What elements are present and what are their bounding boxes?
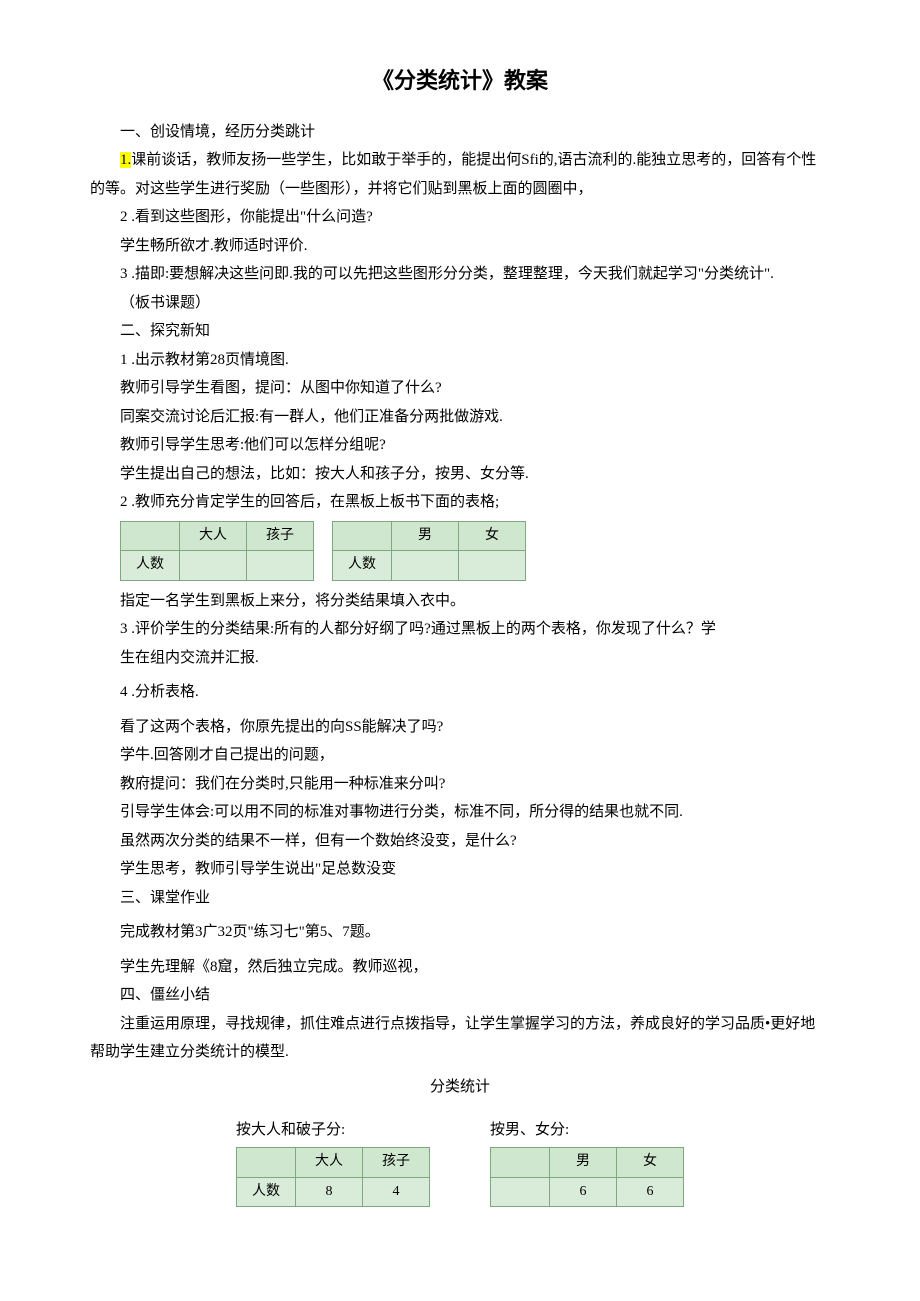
table-cell: 6 (617, 1177, 684, 1207)
table-cell: 女 (459, 521, 526, 551)
table-cell (491, 1147, 550, 1177)
table-cell: 人数 (237, 1177, 296, 1207)
table-cell (392, 551, 459, 581)
highlight-1: 1. (120, 152, 131, 168)
item-2-4-text-b: 学牛.回答刚才自己提出的问题， (90, 741, 830, 770)
item-2-2: 2 .教师充分肯定学生的回答后，在黑板上板书下面的表格; (90, 488, 830, 517)
table-cell (333, 521, 392, 551)
table-male-female-filled: 男 女 6 6 (490, 1147, 684, 1207)
item-2-4: 4 .分析表格. (90, 678, 830, 707)
item-1-2-text: 学生畅所欲才.教师适时评价. (90, 232, 830, 261)
item-1-1: 1.课前谈话，教师友扬一些学生，比如敢于举手的，能提出何Sfi的,语古流利的.能… (90, 146, 830, 203)
section-2-heading: 二、探究新知 (90, 317, 830, 346)
table-cell: 大人 (296, 1147, 363, 1177)
table-adult-child-blank: 大人 孩子 人数 (120, 521, 314, 581)
bottom-left-label: 按大人和破子分: (236, 1116, 430, 1145)
item-1-1-text: 课前谈话，教师友扬一些学生，比如敢于举手的，能提出何Sfi的,语古流利的.能独立… (90, 152, 816, 197)
item-2-3b: 生在组内交流并汇报. (90, 644, 830, 673)
table-cell (247, 551, 314, 581)
table-male-female-blank: 男 女 人数 (332, 521, 526, 581)
table-cell (121, 521, 180, 551)
item-2-4-text-d: 引导学生体会:可以用不同的标准对事物进行分类，标准不同，所分得的结果也就不同. (90, 798, 830, 827)
bottom-right-label: 按男、女分: (490, 1116, 684, 1145)
table-group-top: 大人 孩子 人数 男 女 人数 (120, 521, 830, 581)
table-cell: 大人 (180, 521, 247, 551)
section-1-heading: 一、创设情境，经历分类跳计 (90, 118, 830, 147)
item-2-1: 1 .出示教材第28页情境图. (90, 346, 830, 375)
table-adult-child-filled: 大人 孩子 人数 8 4 (236, 1147, 430, 1207)
summary-title: 分类统计 (90, 1073, 830, 1102)
item-2-2-text: 指定一名学生到黑板上来分，将分类结果填入衣中。 (90, 587, 830, 616)
item-2-1-text-d: 学生提出自己的想法，比如：按大人和孩子分，按男、女分等. (90, 460, 830, 489)
item-2-1-text-c: 教师引导学生思考:他们可以怎样分组呢? (90, 431, 830, 460)
section-4-heading: 四、僵丝小结 (90, 981, 830, 1010)
item-2-4-text-c: 教府提问：我们在分类时,只能用一种标准来分叫? (90, 770, 830, 799)
item-2-4-text-f: 学生思考，教师引导学生说出"足总数没变 (90, 855, 830, 884)
table-cell: 人数 (121, 551, 180, 581)
table-cell (237, 1147, 296, 1177)
table-cell: 4 (363, 1177, 430, 1207)
item-1-2: 2 .看到这些图形，你能提出"什么问造? (90, 203, 830, 232)
item-3-text-a: 完成教材第3广32页"练习七"第5、7题。 (90, 918, 830, 947)
section-3-heading: 三、课堂作业 (90, 884, 830, 913)
table-cell: 孩子 (247, 521, 314, 551)
table-cell: 6 (550, 1177, 617, 1207)
page-title: 《分类统计》教案 (90, 60, 830, 102)
table-cell (491, 1177, 550, 1207)
item-2-1-text-a: 教师引导学生看图，提问：从图中你知道了什么? (90, 374, 830, 403)
item-3-text-b: 学生先理解《8窟，然后独立完成。教师巡视， (90, 953, 830, 982)
item-2-1-text-b: 同案交流讨论后汇报:有一群人，他们正准备分两批做游戏. (90, 403, 830, 432)
bottom-left-block: 按大人和破子分: 大人 孩子 人数 8 4 (236, 1116, 430, 1207)
item-2-4-text-a: 看了这两个表格，你原先提出的向SS能解决了吗? (90, 713, 830, 742)
item-4-text: 注重运用原理，寻找规律，抓住难点进行点拨指导，让学生掌握学习的方法，养成良好的学… (90, 1010, 830, 1067)
table-cell: 女 (617, 1147, 684, 1177)
table-cell (459, 551, 526, 581)
table-cell: 男 (550, 1147, 617, 1177)
bottom-right-block: 按男、女分: 男 女 6 6 (490, 1116, 684, 1207)
table-cell: 孩子 (363, 1147, 430, 1177)
table-cell: 人数 (333, 551, 392, 581)
item-2-4-text-e: 虽然两次分类的结果不一样，但有一个数始终没变，是什么? (90, 827, 830, 856)
table-cell: 8 (296, 1177, 363, 1207)
table-group-bottom: 按大人和破子分: 大人 孩子 人数 8 4 按男、女分: 男 女 6 (90, 1116, 830, 1207)
item-2-3: 3 .评价学生的分类结果:所有的人都分好纲了吗?通过黑板上的两个表格，你发现了什… (90, 615, 830, 644)
item-1-3: 3 .描即:要想解决这些问即.我的可以先把这些图形分分类，整理整理，今天我们就起… (90, 260, 830, 289)
board-note: （板书课题） (90, 289, 830, 318)
table-cell: 男 (392, 521, 459, 551)
table-cell (180, 551, 247, 581)
